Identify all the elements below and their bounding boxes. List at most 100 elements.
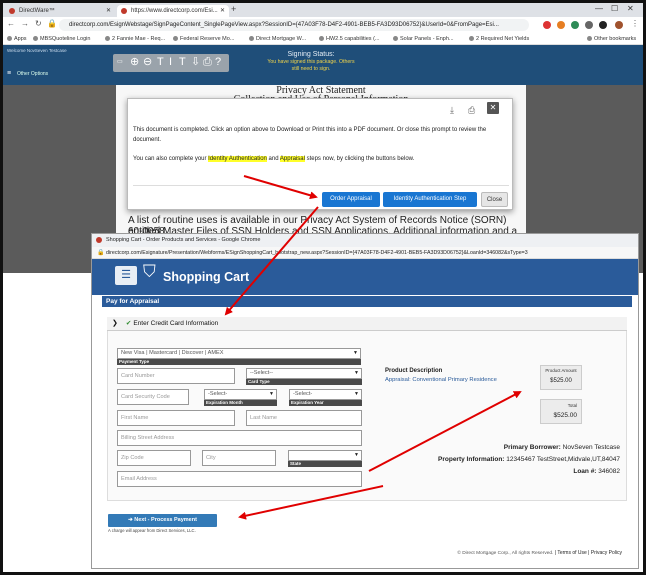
- first-name-input[interactable]: First Name: [117, 410, 235, 426]
- close-tab-icon[interactable]: ✕: [220, 5, 225, 17]
- text-span: You can also complete your: [133, 156, 209, 162]
- privacy-link[interactable]: Privacy Policy: [591, 550, 622, 556]
- minimize-icon[interactable]: —: [595, 4, 603, 13]
- extension-icon[interactable]: [557, 21, 565, 29]
- button-label: Next - Process Payment: [134, 517, 197, 523]
- page-title: Shopping Cart: [163, 270, 250, 284]
- email-input[interactable]: Email Address: [117, 471, 362, 487]
- download-icon[interactable]: ⤓: [450, 105, 454, 116]
- zoom-in-icon[interactable]: ⊕: [130, 57, 139, 68]
- new-tab-plus-icon[interactable]: +: [231, 4, 236, 14]
- product-amount-caption: Product Amount: [545, 368, 577, 373]
- dialog-divider: [133, 185, 509, 186]
- terms-link[interactable]: Terms of Use: [557, 550, 586, 556]
- security-code-input[interactable]: Card Security Code: [117, 389, 189, 405]
- signing-status: Signing Status: You have signed this pac…: [255, 51, 367, 72]
- field-label: Loan #:: [573, 468, 597, 475]
- forward-arrow-icon[interactable]: →: [21, 19, 29, 28]
- help-icon[interactable]: ?: [215, 57, 221, 68]
- bookmark-item[interactable]: Federal Reserve Mo...: [173, 33, 234, 45]
- select-value: -Select-: [293, 391, 313, 397]
- address-bar[interactable]: 🔒 directcorp.com/Esignature/Presentation…: [92, 247, 638, 259]
- print-icon[interactable]: ⎙: [468, 105, 475, 116]
- bookmark-item[interactable]: 2 Required Net Yields: [469, 33, 529, 45]
- last-name-input[interactable]: Last Name: [246, 410, 362, 426]
- close-window-icon[interactable]: ✕: [627, 4, 634, 13]
- dialog-steps-message: You can also complete your Identity Auth…: [133, 155, 509, 164]
- signing-status-title: Signing Status:: [287, 51, 335, 58]
- bookmark-label: HW2.5 capabilities (...: [326, 36, 380, 42]
- extension-icon[interactable]: [585, 21, 593, 29]
- bookmark-item[interactable]: 2 Fannie Mae - Req...: [105, 33, 165, 45]
- esign-favicon-icon: [121, 8, 127, 14]
- tab-esign[interactable]: https://www.directcorp.com/Esi... ✕: [117, 5, 229, 17]
- bookmark-label: Solar Panels - Enph...: [400, 36, 454, 42]
- cart-icon: ⛉: [143, 262, 156, 281]
- zip-code-input[interactable]: Zip Code: [117, 450, 191, 466]
- state-select[interactable]: ▼: [288, 450, 362, 461]
- extension-icon[interactable]: [543, 21, 551, 29]
- next-process-payment-button[interactable]: ➔ Next - Process Payment: [108, 514, 217, 527]
- signing-status-line: You have signed this package. Others: [267, 59, 355, 65]
- identity-authentication-button[interactable]: Identity Authentication Step: [383, 192, 477, 207]
- bookmark-favicon-icon: [249, 36, 254, 41]
- bookmark-item[interactable]: HW2.5 capabilities (...: [319, 33, 380, 45]
- maximize-icon[interactable]: ☐: [611, 4, 618, 13]
- page-icon[interactable]: ▭: [117, 57, 123, 68]
- document-complete-dialog: ⤓ ⎙ ✕ This document is completed. Click …: [127, 98, 513, 210]
- hamburger-menu-icon[interactable]: ☰: [115, 266, 137, 285]
- expiration-year-label: Expiration Year: [289, 400, 362, 406]
- zoom-out-icon[interactable]: ⊖: [143, 57, 152, 68]
- credit-card-section-toggle[interactable]: ❯ ✔ Enter Credit Card Information: [107, 317, 627, 331]
- other-options-menu[interactable]: Other Options: [17, 71, 48, 77]
- close-dialog-icon[interactable]: ✕: [487, 102, 499, 114]
- bookmark-label: Direct Mortgage W...: [256, 36, 307, 42]
- bookmark-favicon-icon: [469, 36, 474, 41]
- billing-address-input[interactable]: Billing Street Address: [117, 430, 362, 446]
- address-row: ← → ↻ 🔒 directcorp.com/EsignWebstage/Sig…: [3, 17, 643, 33]
- card-number-input[interactable]: Card Number: [117, 368, 235, 384]
- checkmark-icon: ✔: [125, 320, 132, 327]
- dropdown-arrow-icon: ▼: [353, 350, 358, 356]
- cursor-icon[interactable]: I: [169, 57, 172, 68]
- expiration-month-select[interactable]: -Select- ▼: [204, 389, 277, 400]
- total-caption: Total: [567, 403, 577, 408]
- bookmark-item[interactable]: MBSQuoteline Login: [33, 33, 90, 45]
- tab-directware[interactable]: DirectWare™ ✕: [5, 5, 115, 17]
- bookmark-favicon-icon: [319, 36, 324, 41]
- profile-avatar-icon[interactable]: [615, 21, 623, 29]
- window-title: Shopping Cart - Order Products and Servi…: [106, 237, 261, 243]
- field-value: NovSeven Testcase: [562, 444, 620, 451]
- extension-icon[interactable]: [599, 21, 607, 29]
- order-appraisal-button[interactable]: Order Appraisal: [322, 192, 380, 207]
- bookmark-label: Federal Reserve Mo...: [180, 36, 235, 42]
- apps-grid-icon: [7, 36, 12, 41]
- bookmark-item[interactable]: Solar Panels - Enph...: [393, 33, 454, 45]
- shopping-cart-header: ☰ ⛉ Shopping Cart: [92, 259, 638, 295]
- download-icon[interactable]: ⇩: [191, 57, 200, 68]
- print-icon[interactable]: ⎙: [203, 57, 212, 68]
- text-select-icon[interactable]: T: [179, 57, 186, 68]
- extension-icon[interactable]: [571, 21, 579, 29]
- product-description-title: Product Description: [385, 368, 443, 374]
- bookmark-other[interactable]: Other bookmarks: [587, 33, 636, 45]
- address-bar[interactable]: directcorp.com/EsignWebstage/SignPageCon…: [59, 19, 529, 31]
- reload-icon[interactable]: ↻: [35, 19, 42, 28]
- payment-type-select[interactable]: New Visa | Mastercard | Discover | AMEX ▼: [117, 348, 361, 359]
- loan-number: Loan #: 346082: [573, 468, 620, 475]
- text-icon[interactable]: T: [157, 57, 164, 68]
- close-tab-icon[interactable]: ✕: [106, 5, 111, 17]
- kebab-menu-icon[interactable]: ⋮: [631, 19, 639, 28]
- city-input[interactable]: City: [202, 450, 276, 466]
- total-value: $525.00: [553, 412, 578, 419]
- bookmark-item[interactable]: Direct Mortgage W...: [249, 33, 306, 45]
- close-button[interactable]: Close: [481, 192, 508, 207]
- bookmark-favicon-icon: [105, 36, 110, 41]
- dropdown-arrow-icon: ▼: [354, 452, 359, 458]
- card-type-select[interactable]: --Select-- ▼: [246, 368, 362, 379]
- back-arrow-icon[interactable]: ←: [7, 19, 15, 28]
- hamburger-menu-icon[interactable]: ≡: [7, 70, 11, 77]
- bookmark-apps[interactable]: Apps: [7, 33, 27, 45]
- bookmark-favicon-icon: [173, 36, 178, 41]
- expiration-year-select[interactable]: -Select- ▼: [289, 389, 362, 400]
